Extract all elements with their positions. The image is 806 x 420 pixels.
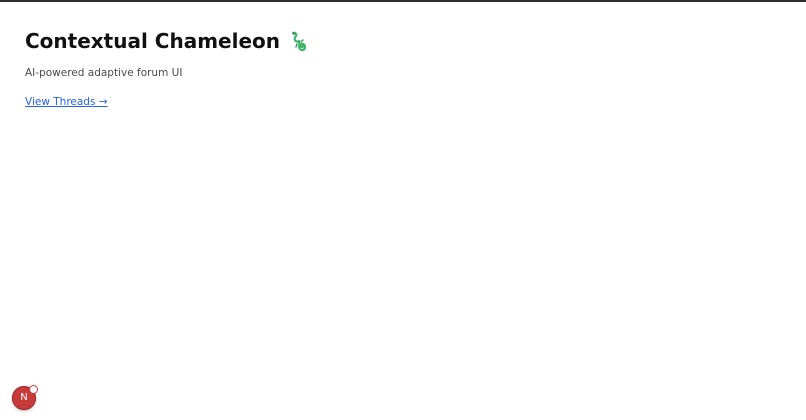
page-title: Contextual Chameleon — [25, 29, 281, 53]
chameleon-icon — [290, 31, 308, 53]
notification-badge — [29, 385, 38, 394]
main-content: Contextual Chameleon AI-powered adaptive… — [25, 27, 308, 110]
nextjs-dev-indicator-button[interactable]: N — [12, 385, 38, 410]
title-row: Contextual Chameleon — [25, 27, 308, 55]
nextjs-logo-icon: N — [20, 392, 28, 403]
view-threads-link[interactable]: View Threads → — [25, 94, 108, 110]
page-viewport: Contextual Chameleon AI-powered adaptive… — [0, 0, 806, 420]
top-border — [0, 0, 806, 2]
page-subtitle: AI-powered adaptive forum UI — [25, 67, 183, 79]
